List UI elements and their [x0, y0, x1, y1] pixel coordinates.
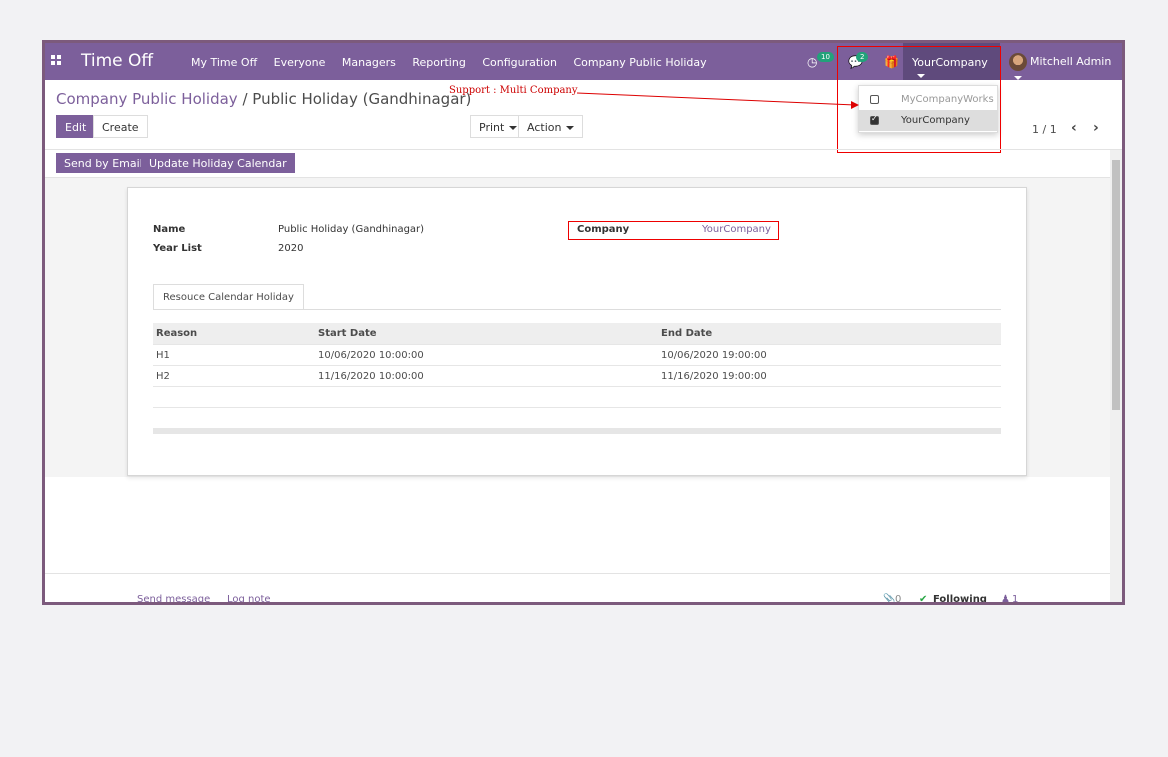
cell-reason: H2 [156, 371, 170, 382]
year-list-value: 2020 [278, 243, 304, 254]
empty-row [153, 387, 1001, 408]
chatter: Send message Log note 📎 0 ✔ Following ♟ … [45, 573, 1110, 605]
avatar [1009, 53, 1027, 71]
annotation-arrow [576, 92, 859, 109]
app-title: Time Off [81, 51, 154, 71]
cell-end-date: 10/06/2020 19:00:00 [661, 350, 767, 361]
followers-icon[interactable]: ♟ [1001, 594, 1010, 602]
apps-menu-icon[interactable] [51, 55, 62, 66]
chevron-down-icon [1014, 76, 1022, 80]
main-menu: My Time Off Everyone Managers Reporting … [191, 56, 720, 69]
cell-start-date: 11/16/2020 10:00:00 [318, 371, 424, 382]
chevron-down-icon [566, 126, 575, 130]
divider [45, 149, 1122, 150]
form-sheet: Name Public Holiday (Gandhinagar) Year L… [127, 187, 1027, 476]
activity-clock-icon[interactable]: ◷ [807, 55, 817, 69]
name-value: Public Holiday (Gandhinagar) [278, 224, 425, 235]
scrollbar[interactable] [1110, 150, 1122, 602]
year-list-label: Year List [153, 243, 202, 254]
breadcrumb-current: Public Holiday (Gandhinagar) [252, 90, 472, 108]
next-record-icon[interactable]: › [1093, 120, 1099, 136]
scrollbar-thumb[interactable] [1112, 160, 1120, 410]
user-menu[interactable]: Mitchell Admin [1009, 53, 1122, 84]
cell-end-date: 11/16/2020 19:00:00 [661, 371, 767, 382]
action-button[interactable]: Action [518, 115, 584, 138]
edit-button[interactable]: Edit [56, 115, 96, 138]
breadcrumb-parent[interactable]: Company Public Holiday [56, 90, 238, 108]
followers-count: 1 [1012, 594, 1019, 605]
send-by-email-button[interactable]: Send by Email [56, 153, 151, 173]
previous-record-icon[interactable]: ‹ [1071, 120, 1077, 136]
log-note-link[interactable]: Log note [227, 594, 271, 602]
cell-start-date: 10/06/2020 10:00:00 [318, 350, 424, 361]
menu-everyone[interactable]: Everyone [274, 56, 326, 69]
table-row[interactable]: H2 11/16/2020 10:00:00 11/16/2020 19:00:… [153, 366, 1001, 387]
chevron-down-icon [509, 126, 518, 130]
attachment-icon[interactable]: 📎 [883, 594, 895, 602]
following-button[interactable]: Following [933, 594, 987, 602]
create-button[interactable]: Create [93, 115, 148, 138]
column-start-date[interactable]: Start Date [318, 328, 377, 339]
company-value-link[interactable]: YourCompany [702, 224, 771, 235]
menu-my-time-off[interactable]: My Time Off [191, 56, 257, 69]
activity-count-badge: 10 [817, 52, 834, 62]
company-label: Company [577, 224, 630, 235]
check-icon: ✔ [919, 594, 928, 605]
menu-company-public-holiday[interactable]: Company Public Holiday [573, 56, 706, 69]
menu-configuration[interactable]: Configuration [482, 56, 557, 69]
send-message-link[interactable]: Send message [137, 594, 210, 602]
table-header: Reason Start Date End Date [153, 323, 1001, 345]
menu-reporting[interactable]: Reporting [412, 56, 465, 69]
column-reason[interactable]: Reason [156, 328, 197, 339]
holiday-table: Reason Start Date End Date H1 10/06/2020… [153, 323, 1001, 434]
user-name: Mitchell Admin [1030, 55, 1112, 68]
pager-value[interactable]: 1 / 1 [1032, 123, 1057, 136]
column-end-date[interactable]: End Date [661, 328, 712, 339]
name-label: Name [153, 224, 186, 235]
table-footer [153, 429, 1001, 434]
attachment-count: 0 [895, 594, 902, 605]
menu-managers[interactable]: Managers [342, 56, 396, 69]
cell-reason: H1 [156, 350, 170, 361]
breadcrumb: Company Public Holiday / Public Holiday … [56, 90, 471, 108]
tab-resource-calendar-holiday[interactable]: Resouce Calendar Holiday [153, 284, 304, 310]
update-holiday-calendar-button[interactable]: Update Holiday Calendar [141, 153, 295, 173]
empty-row [153, 408, 1001, 429]
tab-divider [153, 309, 1001, 310]
table-row[interactable]: H1 10/06/2020 10:00:00 10/06/2020 19:00:… [153, 345, 1001, 366]
breadcrumb-separator: / [242, 90, 248, 108]
app-window: Time Off My Time Off Everyone Managers R… [42, 40, 1125, 605]
